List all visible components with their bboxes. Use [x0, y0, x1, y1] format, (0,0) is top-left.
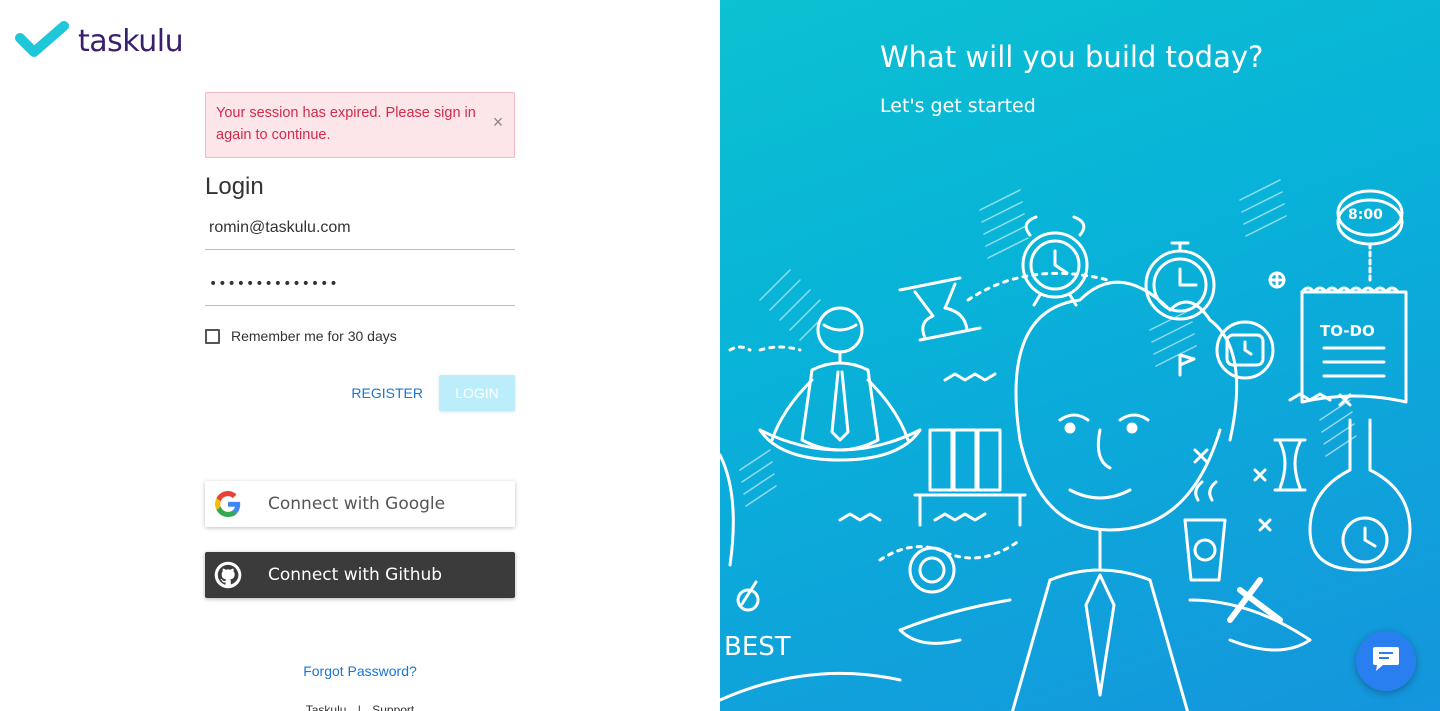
password-field-wrapper — [205, 264, 515, 306]
connect-github-button[interactable]: Connect with Github — [205, 552, 515, 598]
session-expired-alert: Your session has expired. Please sign in… — [205, 92, 515, 158]
register-button[interactable]: REGISTER — [351, 375, 423, 411]
github-octocat-icon — [205, 552, 251, 598]
remember-me-label[interactable]: Remember me for 30 days — [231, 328, 397, 344]
brand-name: taskulu — [78, 23, 184, 59]
login-form: Your session has expired. Please sign in… — [205, 92, 515, 711]
chat-bubble-icon — [1371, 646, 1401, 677]
page-title: Login — [205, 173, 264, 200]
close-icon[interactable]: × — [490, 113, 506, 131]
login-panel: taskulu Your session has expired. Please… — [0, 0, 720, 711]
best-label: BEST — [724, 632, 791, 662]
footer-taskulu-link[interactable]: Taskulu — [306, 703, 347, 711]
brand-logo[interactable]: taskulu — [14, 20, 184, 62]
footer-links: Taskulu | Support — [205, 703, 515, 711]
clock-readout: 8:00 — [1348, 207, 1383, 223]
remember-me-row: Remember me for 30 days — [205, 328, 515, 344]
form-actions: REGISTER LOGIN — [205, 375, 515, 411]
password-field[interactable] — [205, 264, 515, 304]
login-button[interactable]: LOGIN — [439, 375, 515, 411]
chat-launcher-button[interactable] — [1356, 631, 1416, 691]
google-g-icon — [205, 481, 251, 527]
google-button-label: Connect with Google — [268, 494, 446, 514]
checkmark-logo-icon — [14, 20, 70, 62]
footer-support-link[interactable]: Support — [372, 703, 414, 711]
remember-me-checkbox[interactable] — [205, 328, 220, 344]
hero-panel: What will you build today? Let's get sta… — [720, 0, 1440, 711]
forgot-password-link[interactable]: Forgot Password? — [205, 663, 515, 679]
hero-illustration: 8:00 TO-DO BEST — [720, 179, 1412, 711]
github-button-label: Connect with Github — [268, 565, 443, 585]
email-field[interactable] — [205, 208, 515, 248]
alert-message: Your session has expired. Please sign in… — [216, 105, 476, 143]
connect-google-button[interactable]: Connect with Google — [205, 481, 515, 527]
footer-separator: | — [357, 703, 361, 711]
todo-label: TO-DO — [1320, 322, 1375, 340]
email-field-wrapper — [205, 208, 515, 250]
